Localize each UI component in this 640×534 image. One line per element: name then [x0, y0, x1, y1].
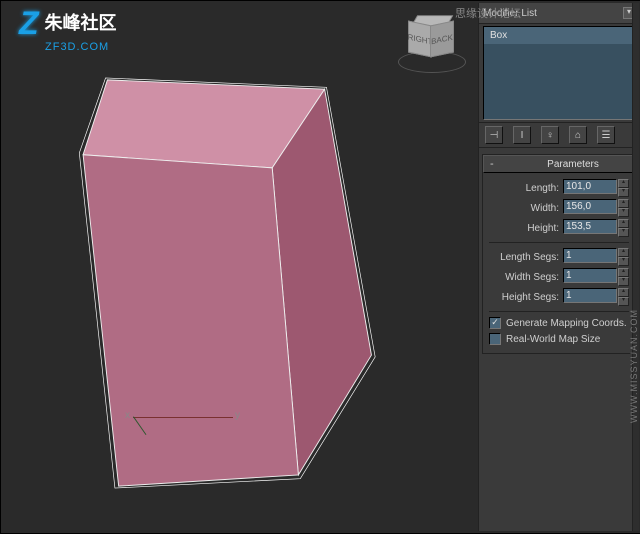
width-segs-label: Width Segs: — [505, 272, 559, 283]
checkbox-checked-icon: ✓ — [489, 317, 501, 329]
watermark-side: WWW.MISSYUAN.COM — [629, 309, 639, 423]
show-end-result-button[interactable]: I — [513, 126, 531, 144]
real-world-checkbox[interactable]: Real-World Map Size — [489, 333, 629, 345]
collapse-icon: - — [490, 158, 498, 170]
generate-mapping-label: Generate Mapping Coords. — [506, 318, 627, 329]
width-input[interactable] — [563, 199, 617, 214]
length-input[interactable] — [563, 179, 617, 194]
watermark-top: 思缘设计论坛 — [455, 5, 521, 21]
parameters-rollup: - Parameters Length: ▴▾ Width: ▴▾ Height… — [482, 154, 636, 354]
spinner-down-icon[interactable]: ▾ — [618, 297, 629, 306]
rollup-header[interactable]: - Parameters — [483, 155, 635, 173]
logo-text-sub: ZF3D.COM — [45, 41, 109, 53]
configure-sets-button[interactable]: ☰ — [597, 126, 615, 144]
logo-text-cn: 朱峰社区 — [45, 14, 117, 32]
checkbox-unchecked-icon — [489, 333, 501, 345]
modifier-stack[interactable]: Box — [483, 26, 635, 120]
spinner-down-icon[interactable]: ▾ — [618, 188, 629, 197]
height-label: Height: — [527, 223, 559, 234]
length-segs-label: Length Segs: — [500, 252, 559, 263]
stack-item-box[interactable]: Box — [484, 27, 634, 44]
pin-stack-button[interactable]: ⊣ — [485, 126, 503, 144]
spinner-down-icon[interactable]: ▾ — [618, 228, 629, 237]
spinner-up-icon[interactable]: ▴ — [618, 219, 629, 228]
real-world-label: Real-World Map Size — [506, 334, 600, 345]
spinner-up-icon[interactable]: ▴ — [618, 268, 629, 277]
viewcube-back[interactable]: BACK — [430, 20, 454, 57]
logo-mark: Z — [19, 7, 39, 39]
length-label: Length: — [526, 183, 559, 194]
height-input[interactable] — [563, 219, 617, 234]
spinner-down-icon[interactable]: ▾ — [618, 277, 629, 286]
modify-panel: Modifier List ▾ Box ⊣ I ♀ ⌂ ☰ - Paramete… — [478, 3, 639, 531]
spinner-down-icon[interactable]: ▾ — [618, 208, 629, 217]
make-unique-button[interactable]: ♀ — [541, 126, 559, 144]
viewcube-right[interactable]: RIGHT — [408, 20, 432, 57]
logo: Z 朱峰社区 — [19, 7, 117, 39]
spinner-down-icon[interactable]: ▾ — [618, 257, 629, 266]
width-segs-input[interactable] — [563, 268, 617, 283]
spinner-up-icon[interactable]: ▴ — [618, 288, 629, 297]
spinner-up-icon[interactable]: ▴ — [618, 248, 629, 257]
box-primitive[interactable] — [51, 63, 411, 503]
remove-modifier-button[interactable]: ⌂ — [569, 126, 587, 144]
axis-gizmo: x y — [133, 407, 233, 437]
width-label: Width: — [531, 203, 559, 214]
height-segs-label: Height Segs: — [502, 292, 559, 303]
generate-mapping-checkbox[interactable]: ✓ Generate Mapping Coords. — [489, 317, 629, 329]
height-segs-input[interactable] — [563, 288, 617, 303]
axis-x-label: x — [125, 410, 130, 421]
perspective-viewport[interactable]: x y RIGHT BACK — [3, 3, 476, 531]
stack-toolbar: ⊣ I ♀ ⌂ ☰ — [479, 122, 639, 148]
spinner-up-icon[interactable]: ▴ — [618, 199, 629, 208]
length-segs-input[interactable] — [563, 248, 617, 263]
panel-scrollbar[interactable] — [632, 3, 639, 531]
axis-y-label: y — [235, 410, 240, 421]
spinner-up-icon[interactable]: ▴ — [618, 179, 629, 188]
rollup-title: Parameters — [518, 159, 628, 170]
